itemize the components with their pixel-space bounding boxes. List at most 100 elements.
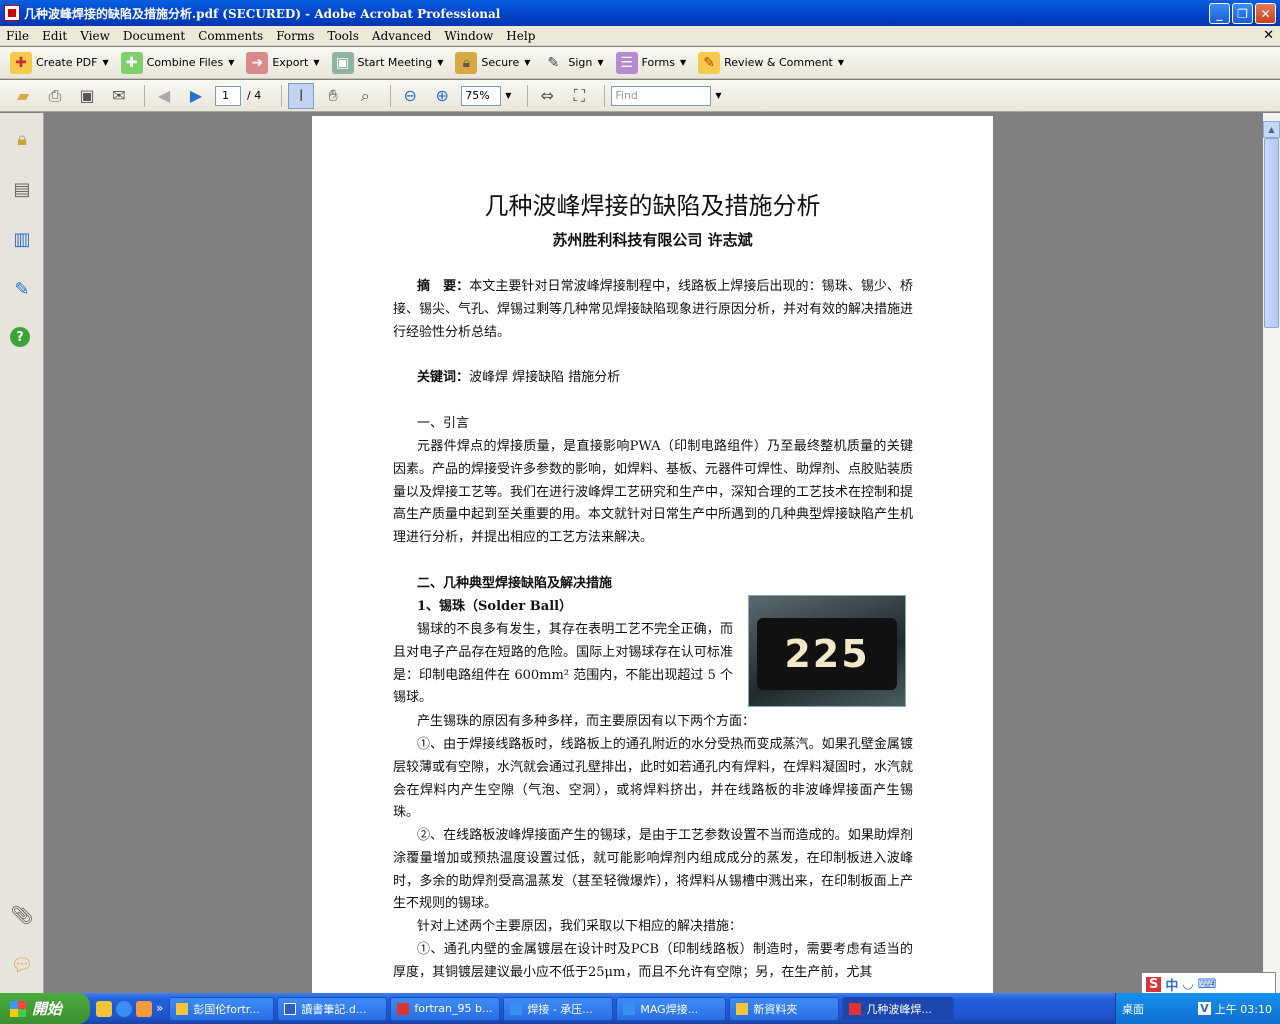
taskbar-item-5[interactable]: MAG焊接... [616,996,727,1021]
measures-intro: 针对上述两个主要原因，我们采取以下相应的解决措施： [417,919,743,934]
zoom-input[interactable]: 75% [461,85,502,106]
taskbar-item-4[interactable]: 焊接 - 承压... [503,996,614,1021]
zoom-tool-icon[interactable]: ⌕ [352,83,378,109]
navigation-toolbar: ▰ ⎙ ▣ ✉ ◀ ▶ 1 / 4 I ✋︎ ⌕ ⊖ ⊕ 75% ▼ ⇔ ⛶ F… [0,80,1280,112]
quick-launch-app-icon[interactable] [96,1000,112,1017]
secure-button[interactable]: 🔒︎ Secure ▼ [455,51,530,74]
next-page-icon[interactable]: ▶ [183,83,209,109]
taskbar-item-3[interactable]: fortran_95 b... [390,996,501,1021]
document-author: 苏州胜利科技有限公司 许志斌 [552,231,753,249]
email-icon[interactable]: ✉ [106,83,132,109]
causes-intro: 产生锡珠的原因有多种多样，而主要原因有以下两个方面： [417,714,756,729]
forms-icon: ☰ [615,51,638,74]
open-folder-icon[interactable]: ▰ [10,83,36,109]
export-button[interactable]: ➜ Export ▼ [246,51,320,74]
print-icon[interactable]: ⎙ [42,83,68,109]
taskbar-item-2[interactable]: 讀書筆記.d... [277,996,388,1021]
system-tray: 桌面 V 上午 03:10 [1115,993,1280,1024]
create-pdf-icon: ✚ [10,51,32,74]
taskbar-item-7[interactable]: 几种波峰焊... [842,996,955,1021]
meeting-icon: ▣ [331,51,354,74]
title-bar: 几种波峰焊接的缺陷及措施分析.pdf (SECURED) - Adobe Acr… [0,0,1280,26]
combine-files-button[interactable]: ✚ Combine Files ▼ [120,51,234,74]
menu-tools[interactable]: Tools [327,29,359,43]
keywords: 关键词：波峰焊 焊接缺陷 措施分析 [417,370,621,385]
start-button[interactable]: 開始 [0,993,90,1024]
vertical-scrollbar[interactable]: ▲ [1263,113,1280,993]
ime-mode-icon[interactable]: 中 [1165,975,1178,994]
fit-width-icon[interactable]: ⇔ [534,83,560,109]
save-icon[interactable]: ▣ [74,83,100,109]
attachments-icon[interactable]: 📎︎ [10,903,34,927]
pen-icon: ✎ [547,54,560,71]
desktop-toolbar-label[interactable]: 桌面 [1116,1001,1144,1017]
ime-punct-icon[interactable]: ◡ [1182,977,1193,992]
security-lock-icon[interactable]: 🔒︎ [10,127,34,151]
maximize-button[interactable]: ❐ [1232,3,1253,24]
close-button[interactable]: ✕ [1255,3,1276,24]
find-dropdown-icon[interactable]: ▼ [715,91,721,100]
create-pdf-button[interactable]: ✚ Create PDF ▼ [10,51,109,74]
help-icon[interactable]: ? [10,327,30,347]
document-title: 几种波峰焊接的缺陷及措施分析 [484,192,821,220]
select-tool-icon[interactable]: I [288,82,315,109]
menu-view[interactable]: View [80,29,110,43]
zoom-dropdown-icon[interactable]: ▼ [505,91,511,100]
quick-launch-expand-icon[interactable]: » [156,1001,163,1017]
section-2-title: 二、几种典型焊接缺陷及解决措施 [417,576,613,591]
menu-document[interactable]: Document [123,29,185,43]
scroll-up-icon[interactable]: ▲ [1263,121,1280,138]
menu-window[interactable]: Window [444,29,493,43]
pdf-page: 几种波峰焊接的缺陷及措施分析 苏州胜利科技有限公司 许志斌 摘 要：本文主要针对… [312,116,993,993]
previous-page-icon[interactable]: ◀ [151,83,177,109]
clock: 上午 03:10 [1214,1002,1272,1016]
forms-button[interactable]: ☰ Forms ▼ [615,51,686,74]
start-meeting-button[interactable]: ▣ Start Meeting ▼ [331,51,443,74]
document-area[interactable]: 几种波峰焊接的缺陷及措施分析 苏州胜利科技有限公司 许志斌 摘 要：本文主要针对… [45,113,1263,993]
scrollbar-thumb[interactable] [1264,138,1279,328]
zoom-out-icon[interactable]: ⊖ [397,83,423,109]
abstract: 摘 要：本文主要针对日常波峰焊接制程中，线路板上焊接后出现的：锡珠、锡少、桥接、… [393,279,914,340]
hand-tool-icon[interactable]: ✋︎ [320,83,346,109]
quick-launch-clock-icon[interactable] [136,1000,152,1017]
zoom-in-icon[interactable]: ⊕ [429,83,455,109]
comment-bubble-icon: ✎ [698,51,721,74]
taskbar-item-1[interactable]: 彭国伦fortr... [169,996,275,1021]
bookmarks-icon[interactable]: ▥ [10,227,34,251]
comments-icon[interactable]: 💬︎ [10,953,34,977]
ie-icon[interactable] [116,1000,132,1017]
document-close-icon[interactable]: ✕ [1263,28,1274,43]
solder-ball-paragraph: 锡球的不良多有发生，其存在表明工艺不完全正确，而且对电子产品存在短路的危险。国际… [393,622,733,706]
menu-file[interactable]: File [6,29,29,43]
ime-keyboard-icon[interactable]: ⌨ [1198,977,1217,992]
window-title: 几种波峰焊接的缺陷及措施分析.pdf (SECURED) - Adobe Acr… [24,6,501,21]
fit-page-icon[interactable]: ⛶ [566,83,592,109]
ime-s-icon[interactable]: S [1146,976,1162,992]
acrobat-icon [4,5,20,21]
taskbar: 開始 » 彭国伦fortr... 讀書筆記.d... fortran_95 b.… [0,993,1280,1024]
windows-logo-icon [10,1000,26,1017]
signatures-icon[interactable]: ✎ [10,277,34,301]
minimize-button[interactable]: _ [1209,3,1230,24]
quick-launch: » [90,1000,169,1017]
sign-button[interactable]: ✎ Sign ▼ [542,52,604,74]
menu-edit[interactable]: Edit [42,29,67,43]
page-total: / 4 [247,89,262,102]
measure-1-paragraph: ①、通孔内壁的金属镀层在设计时及PCB（印制线路板）制造时，需要考虑有适当的厚度… [393,942,913,980]
export-icon: ➜ [246,51,269,74]
menu-bar: File Edit View Document Comments Forms T… [0,26,1280,46]
menu-help[interactable]: Help [506,29,535,43]
page-number-input[interactable]: 1 [215,85,241,106]
navigation-pane: 🔒︎ ▤ ▥ ✎ ? 📎︎ 💬︎ [0,113,44,993]
menu-forms[interactable]: Forms [276,29,314,43]
find-input[interactable]: Find [611,85,712,106]
cause-2-paragraph: ②、在线路板波峰焊接面产生的锡球，是由于工艺参数设置不当而造成的。如果助焊剂涂覆… [393,828,913,912]
section-1-title: 一、引言 [417,416,470,431]
review-comment-button[interactable]: ✎ Review & Comment ▼ [698,51,844,74]
menu-comments[interactable]: Comments [198,29,263,43]
task-toolbar: ✚ Create PDF ▼ ✚ Combine Files ▼ ➜ Export ▼ ▣ S… [0,47,1280,79]
menu-advanced[interactable]: Advanced [372,29,432,43]
pages-icon[interactable]: ▤ [10,177,34,201]
tray-v-icon[interactable]: V [1198,1002,1211,1015]
taskbar-item-6[interactable]: 新資料夾 [729,996,840,1021]
